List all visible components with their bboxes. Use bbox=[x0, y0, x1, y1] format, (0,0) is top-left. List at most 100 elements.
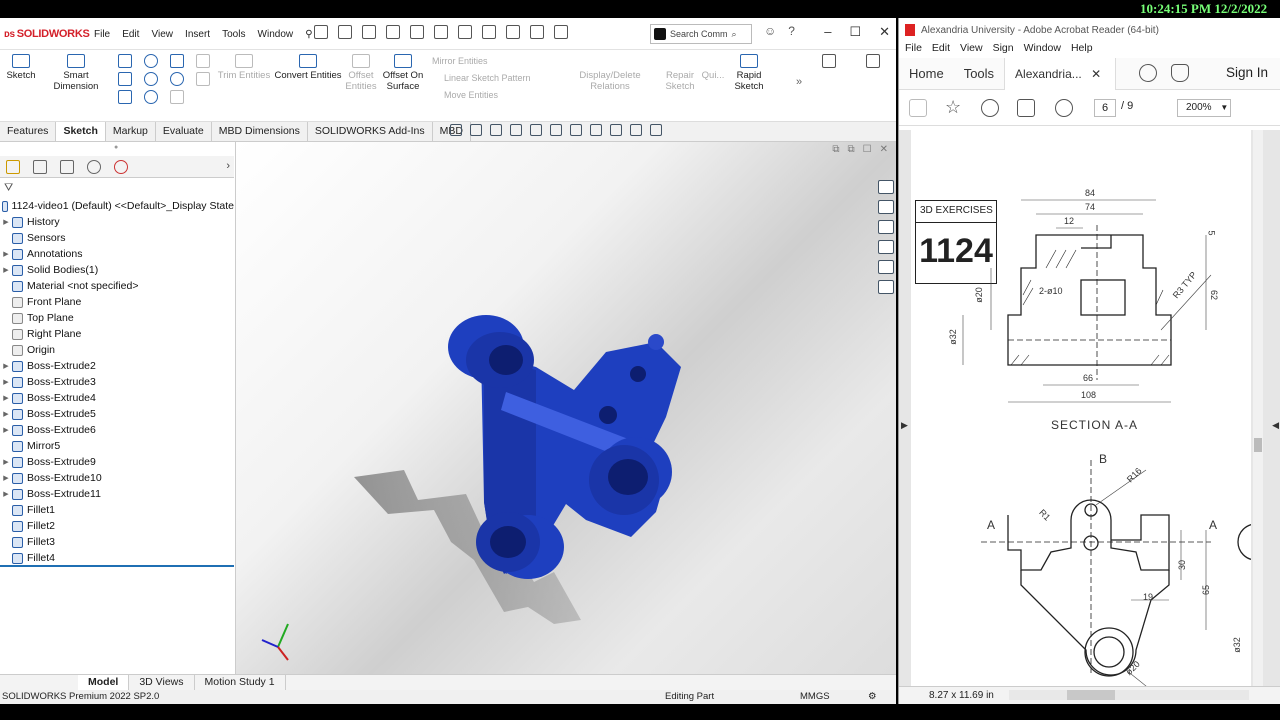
save-icon[interactable] bbox=[386, 25, 400, 39]
repair-sketch-button[interactable]: Repair Sketch bbox=[664, 70, 696, 92]
close-button[interactable]: ✕ bbox=[879, 24, 890, 40]
arc-icon[interactable] bbox=[144, 72, 158, 86]
text-icon[interactable] bbox=[196, 72, 210, 86]
tree-item[interactable]: Fillet4 bbox=[0, 550, 234, 566]
expand-arrow-icon[interactable]: ▶ bbox=[0, 474, 12, 482]
point-icon[interactable] bbox=[144, 90, 158, 104]
chevron-right-icon[interactable]: › bbox=[226, 160, 230, 172]
pdf-vscroll[interactable] bbox=[1253, 130, 1263, 690]
line-icon[interactable] bbox=[118, 54, 132, 68]
file-props-icon[interactable] bbox=[530, 25, 544, 39]
design-library-icon[interactable] bbox=[878, 200, 894, 214]
circle-icon[interactable] bbox=[144, 54, 158, 68]
quick-snaps-button[interactable]: Qui... bbox=[700, 70, 726, 81]
offset-entities-button[interactable]: Offset Entities bbox=[344, 54, 378, 92]
convert-entities-button[interactable]: Convert Entities bbox=[274, 54, 342, 81]
tab-model[interactable]: Model bbox=[78, 675, 130, 690]
expand-arrow-icon[interactable]: ▶ bbox=[0, 426, 12, 434]
plane-sketch-icon[interactable] bbox=[196, 54, 210, 68]
ac-menu-file[interactable]: File bbox=[905, 42, 922, 58]
section-view-icon[interactable] bbox=[510, 124, 522, 136]
save-pdf-icon[interactable] bbox=[909, 99, 927, 117]
tree-item[interactable]: Top Plane bbox=[0, 310, 234, 326]
tree-item[interactable]: Origin bbox=[0, 342, 234, 358]
select-icon[interactable] bbox=[482, 25, 496, 39]
expand-arrow-icon[interactable]: ▶ bbox=[0, 490, 12, 498]
tab-3d-views[interactable]: 3D Views bbox=[129, 675, 195, 690]
tab-solidworks-addins[interactable]: SOLIDWORKS Add-Ins bbox=[308, 122, 433, 141]
tree-item[interactable]: ▶ Solid Bodies(1) bbox=[0, 262, 234, 278]
tab-document[interactable]: Alexandria... ✕ bbox=[1004, 57, 1117, 90]
tree-item[interactable]: ▶ History bbox=[0, 214, 234, 230]
ac-menu-edit[interactable]: Edit bbox=[932, 42, 950, 58]
file-explorer-icon[interactable] bbox=[878, 220, 894, 234]
menu-insert[interactable]: Insert bbox=[185, 29, 210, 40]
filter-icon[interactable]: ⛛ bbox=[4, 182, 13, 195]
star-icon[interactable]: ☆ bbox=[945, 98, 963, 117]
polygon-icon[interactable] bbox=[170, 72, 184, 86]
view-orientation-icon[interactable] bbox=[550, 124, 562, 136]
configuration-manager-tab-icon[interactable] bbox=[60, 160, 74, 174]
expand-arrow-icon[interactable]: ▶ bbox=[0, 250, 12, 258]
offset-on-surface-button[interactable]: Offset On Surface bbox=[380, 54, 426, 92]
status-units[interactable]: MMGS bbox=[800, 691, 830, 702]
expand-arrow-icon[interactable]: ▶ bbox=[0, 266, 12, 274]
help-circle-icon[interactable] bbox=[1139, 64, 1157, 82]
home-icon[interactable] bbox=[314, 25, 328, 39]
tree-item[interactable]: Sensors bbox=[0, 230, 234, 246]
expand-arrow-icon[interactable]: ▶ bbox=[0, 458, 12, 466]
display-manager-tab-icon[interactable] bbox=[114, 160, 128, 174]
sketch-button[interactable]: Sketch bbox=[6, 54, 36, 81]
view-palette-icon[interactable] bbox=[878, 240, 894, 254]
viewport-restore-icon[interactable]: ⧉ bbox=[832, 144, 839, 155]
tree-item[interactable]: Material <not specified> bbox=[0, 278, 234, 294]
move-entities-button[interactable]: Move Entities bbox=[444, 90, 498, 100]
tab-home[interactable]: Home bbox=[899, 58, 954, 90]
slot-icon[interactable] bbox=[118, 90, 132, 104]
options-icon[interactable] bbox=[554, 25, 568, 39]
menu-window[interactable]: Window bbox=[258, 29, 294, 40]
maximize-button[interactable]: ☐ bbox=[849, 24, 861, 40]
user-icon[interactable]: ☺ bbox=[764, 24, 776, 38]
tree-item[interactable]: ▶ Boss-Extrude9 bbox=[0, 454, 234, 470]
zoom-out-icon[interactable] bbox=[1055, 99, 1073, 117]
display-style-icon[interactable] bbox=[822, 54, 836, 68]
help-icon[interactable]: ? bbox=[788, 24, 795, 38]
pdf-hscroll[interactable] bbox=[1009, 690, 1249, 700]
tree-item[interactable]: ▶ Boss-Extrude11 bbox=[0, 486, 234, 502]
notification-bell-icon[interactable] bbox=[1171, 64, 1189, 82]
camera-icon[interactable] bbox=[866, 54, 880, 68]
tree-item[interactable]: Fillet1 bbox=[0, 502, 234, 518]
ac-menu-help[interactable]: Help bbox=[1071, 42, 1093, 58]
tree-item[interactable]: ▶ Boss-Extrude6 bbox=[0, 422, 234, 438]
open-icon[interactable] bbox=[362, 25, 376, 39]
display-delete-relations-button[interactable]: Display/Delete Relations bbox=[560, 70, 660, 92]
viewport-maximize-icon[interactable]: ☐ bbox=[863, 144, 872, 155]
menu-edit[interactable]: Edit bbox=[122, 29, 139, 40]
expand-arrow-icon[interactable]: ▶ bbox=[0, 362, 12, 370]
graphics-area[interactable]: ⧉ ⧉ ☐ ✕ bbox=[236, 142, 896, 692]
custom-properties-icon[interactable] bbox=[878, 280, 894, 294]
tree-item[interactable]: Fillet3 bbox=[0, 534, 234, 550]
zoom-select[interactable]: 200% ▼ bbox=[1177, 99, 1231, 117]
ribbon-expand-icon[interactable]: » bbox=[796, 76, 802, 88]
doc-tab-close-icon[interactable]: ✕ bbox=[1091, 67, 1101, 81]
expand-arrow-icon[interactable]: ▶ bbox=[0, 394, 12, 402]
tree-item[interactable]: ▶ Boss-Extrude5 bbox=[0, 406, 234, 422]
page-number-input[interactable]: 6 bbox=[1094, 99, 1116, 117]
cloud-upload-icon[interactable] bbox=[981, 99, 999, 117]
pdf-viewport[interactable]: 3D EXERCISES 1124 84 74 12 5 R3 TYP 62 ø… bbox=[899, 130, 1280, 690]
redo-icon[interactable] bbox=[458, 25, 472, 39]
tree-item[interactable]: Front Plane bbox=[0, 294, 234, 310]
trim-entities-button[interactable]: Trim Entities bbox=[216, 54, 272, 81]
rebuild-icon[interactable] bbox=[506, 25, 520, 39]
mirror-entities-button[interactable]: Mirror Entities bbox=[432, 56, 488, 66]
previous-view-icon[interactable] bbox=[490, 124, 502, 136]
tree-item[interactable]: ▶ Boss-Extrude3 bbox=[0, 374, 234, 390]
tree-item[interactable]: ▶ Boss-Extrude2 bbox=[0, 358, 234, 374]
dynamic-annotation-icon[interactable] bbox=[530, 124, 542, 136]
sign-in-button[interactable]: Sign In bbox=[1226, 65, 1268, 80]
expand-arrow-icon[interactable]: ▶ bbox=[0, 218, 12, 226]
solidworks-logo[interactable]: ᴅs SOLIDWORKS bbox=[4, 28, 94, 40]
left-nav-arrow-icon[interactable]: ▶ bbox=[901, 420, 908, 431]
